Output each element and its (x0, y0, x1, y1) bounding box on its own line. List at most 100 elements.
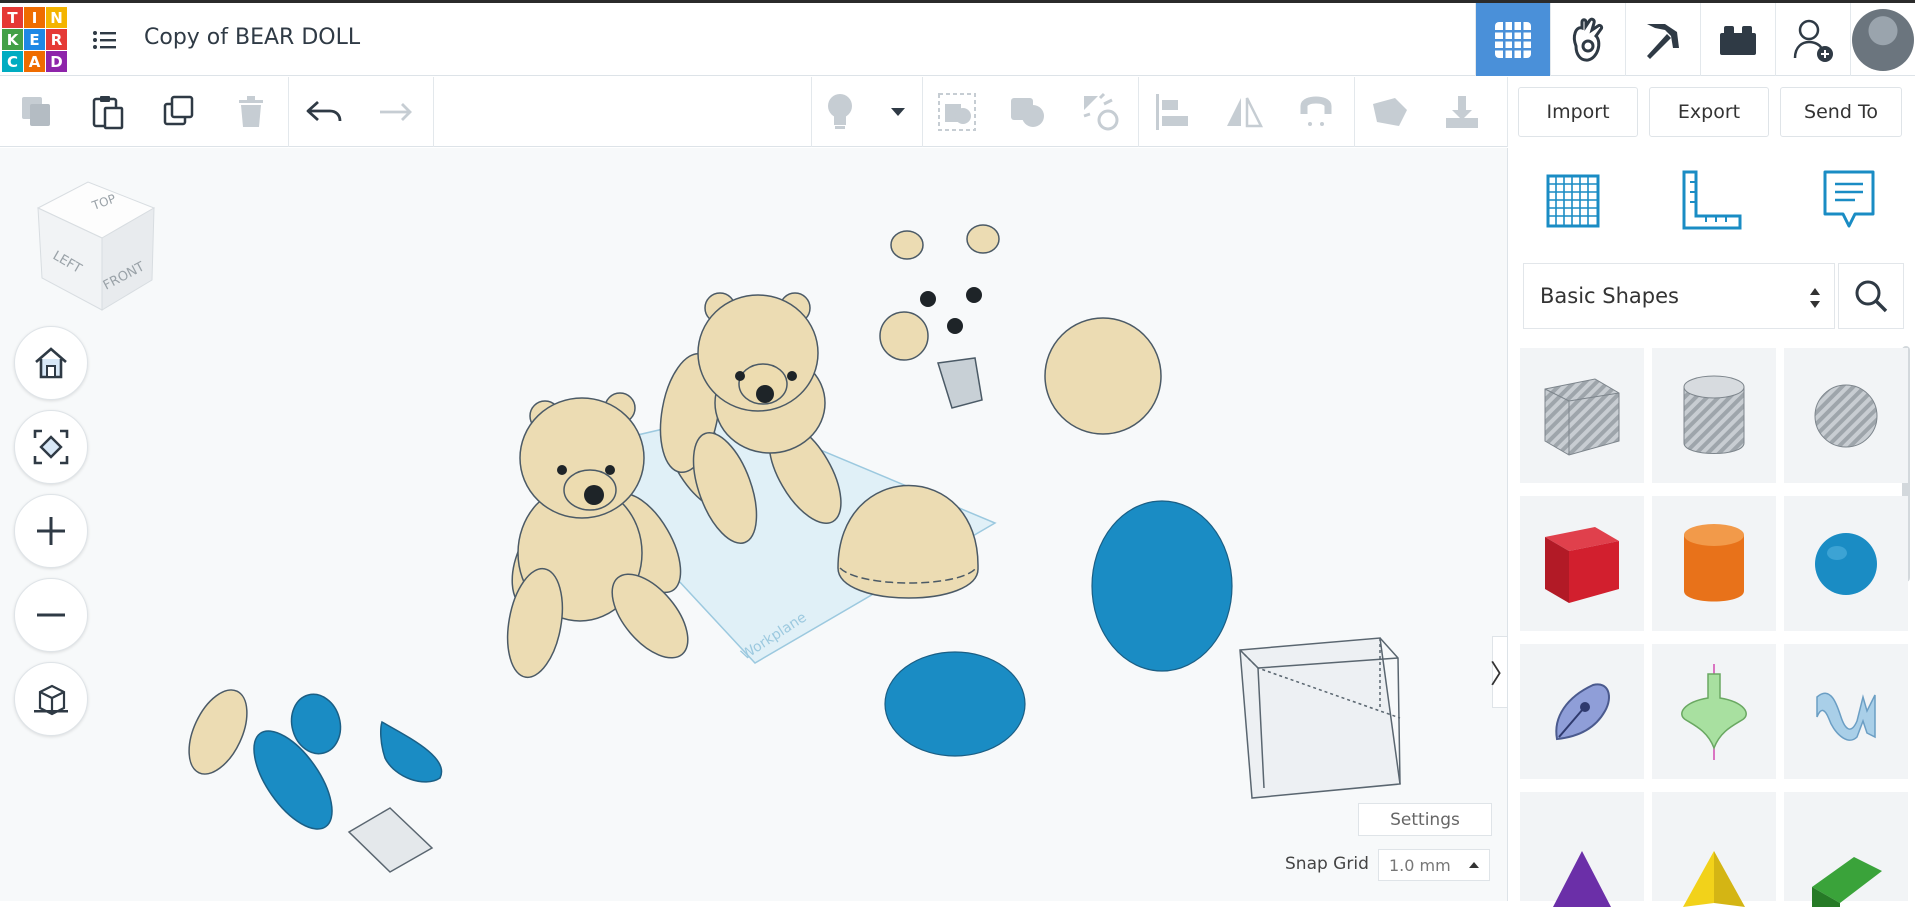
undo-button[interactable] (302, 90, 346, 134)
cone-icon (1553, 850, 1611, 907)
blue-egg-flat[interactable] (884, 651, 1026, 757)
mirror-icon (1227, 97, 1264, 128)
mirror-button[interactable] (1222, 90, 1266, 134)
lightbulb-icon (828, 94, 852, 129)
tinkercad-logo[interactable]: TIN KER CAD (2, 7, 68, 73)
ear-part-b[interactable] (966, 224, 1000, 254)
shape-cylinder-hole[interactable] (1652, 348, 1776, 483)
magnet-button[interactable] (1294, 90, 1338, 134)
loose-parts-top[interactable] (879, 224, 1162, 435)
ruler-tool-panel-button[interactable] (1676, 166, 1746, 236)
align-button[interactable] (1150, 90, 1194, 134)
muzzle-part[interactable] (879, 311, 929, 361)
group-button[interactable] (935, 90, 979, 134)
circuit-hand-icon (1572, 17, 1604, 62)
hole-box-small[interactable] (347, 807, 434, 873)
logo-letter: A (24, 51, 45, 72)
pyramid-icon (1683, 850, 1745, 907)
loose-parts-bottom[interactable] (177, 681, 443, 873)
workplane-tool-button[interactable] (1538, 166, 1608, 236)
copy-button[interactable] (15, 90, 59, 134)
logo-letter: D (46, 51, 67, 72)
add-user-icon (1793, 19, 1833, 62)
workspace-canvas[interactable]: TOP LEFT FRONT Workplane Settings Snap G… (0, 148, 1507, 901)
blue-cone-part[interactable] (380, 720, 443, 783)
shape-text[interactable] (1784, 644, 1908, 779)
top-bar: TIN KER CAD Copy of BEAR DOLL (0, 0, 1915, 76)
paste-button[interactable] (86, 90, 130, 134)
edit-toolbar (0, 77, 1507, 147)
redo-button[interactable] (374, 90, 418, 134)
snap-grid-select[interactable]: 1.0 mm (1378, 849, 1490, 881)
settings-button[interactable]: Settings (1358, 803, 1492, 836)
shape-cone[interactable] (1520, 792, 1644, 907)
shape-cylinder[interactable] (1652, 496, 1776, 631)
snap-grid-value: 1.0 mm (1389, 855, 1451, 875)
logo-letter: E (24, 29, 45, 50)
copy-icon (22, 97, 50, 126)
brick-icon (1720, 25, 1756, 55)
eye-part-b[interactable] (966, 287, 982, 303)
shapes-panel: Basic Shapes (1507, 148, 1915, 907)
3d-design-view-button[interactable] (1475, 3, 1550, 76)
eye-part-a[interactable] (920, 291, 936, 307)
shape-category-select[interactable]: Basic Shapes (1523, 263, 1835, 329)
export-button[interactable]: Export (1649, 87, 1769, 137)
light-button[interactable] (818, 90, 862, 134)
shape-sphere[interactable] (1784, 496, 1908, 631)
pickaxe-icon (1647, 23, 1679, 59)
select-arrows-icon (1810, 288, 1820, 308)
shape-box-hole[interactable] (1520, 348, 1644, 483)
sphere-part[interactable] (1044, 317, 1162, 435)
redo-icon (380, 103, 412, 121)
delete-button[interactable] (229, 90, 273, 134)
notes-tool-button[interactable] (1814, 166, 1884, 236)
avatar (1852, 8, 1914, 71)
import-button[interactable]: Import (1518, 87, 1638, 137)
logo-letter: N (46, 7, 67, 28)
logo-letter: R (46, 29, 67, 50)
shape-search-button[interactable] (1838, 263, 1904, 329)
duplicate-button[interactable] (157, 90, 201, 134)
explode-icon (1083, 92, 1119, 131)
tan-paw-part[interactable] (177, 681, 259, 783)
hole-cylinder-part[interactable] (937, 357, 983, 409)
invite-user-button[interactable] (1775, 3, 1850, 76)
workplane-grid-icon (1546, 174, 1600, 228)
ungroup-button[interactable] (1006, 90, 1050, 134)
shape-sphere-hole[interactable] (1784, 348, 1908, 483)
ruler-icon (1682, 170, 1742, 230)
shape-pyramid[interactable] (1652, 792, 1776, 907)
shape-generator[interactable] (1652, 644, 1776, 779)
magnet-icon (1300, 96, 1332, 126)
search-icon (1855, 280, 1888, 313)
design-menu-icon[interactable] (90, 25, 120, 55)
lego-bricks-button[interactable] (1700, 3, 1775, 76)
3d-scene[interactable]: Workplane (0, 148, 1507, 901)
cylinder-hole-icon (1683, 375, 1745, 454)
hole-box-part[interactable] (1239, 637, 1401, 799)
circuits-button[interactable] (1550, 3, 1625, 76)
ear-part-a[interactable] (890, 230, 924, 260)
light-dropdown-button[interactable] (876, 90, 920, 134)
nose-part[interactable] (947, 318, 963, 334)
logo-letter: T (2, 7, 23, 28)
cruise-button[interactable] (1078, 90, 1122, 134)
download-button[interactable] (1440, 90, 1484, 134)
scribble-icon (1555, 682, 1610, 740)
shape-box[interactable] (1520, 496, 1644, 631)
shape-scribble[interactable] (1520, 644, 1644, 779)
shape-roof[interactable] (1784, 792, 1908, 907)
duplicate-icon (163, 95, 194, 126)
paste-icon (92, 96, 124, 130)
document-title[interactable]: Copy of BEAR DOLL (144, 25, 360, 50)
minecraft-button[interactable] (1625, 3, 1700, 76)
profile-button[interactable] (1850, 3, 1915, 76)
ruler-tool-button[interactable] (1368, 90, 1412, 134)
panel-collapse-tab[interactable]: 〉 (1490, 636, 1507, 708)
chevron-right-icon: 〉 (1490, 654, 1507, 691)
roof-icon (1812, 856, 1882, 907)
caret-up-icon (1469, 862, 1479, 868)
send-to-button[interactable]: Send To (1780, 87, 1902, 137)
blue-egg-large[interactable] (1091, 500, 1233, 672)
